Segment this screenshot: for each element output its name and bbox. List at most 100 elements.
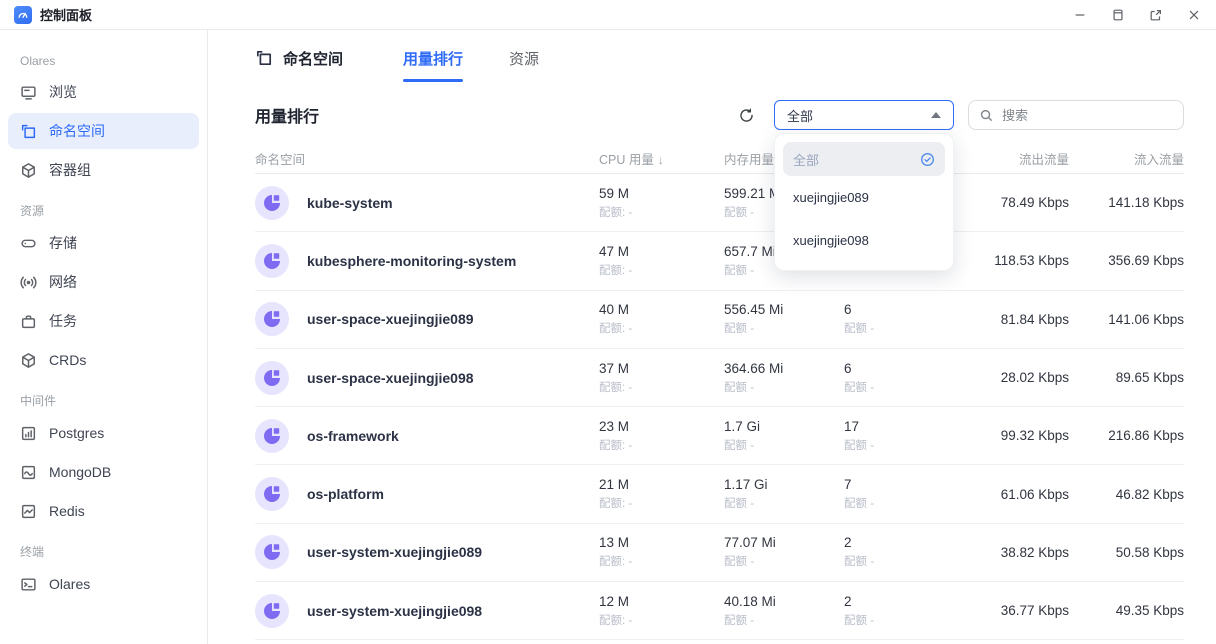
cpu-usage-cell-value: 37 M [599,361,724,376]
pod-count-cell-value: 17 [844,419,939,434]
sidebar-item-pods[interactable]: 容器组 [8,152,199,188]
sidebar-item-crds[interactable]: CRDs [8,342,199,378]
sidebar-item-mongodb[interactable]: MongoDB [8,454,199,490]
column-cpu[interactable]: CPU 用量↓ [599,149,724,168]
table-row[interactable]: kubesphere-monitoring-system47 M配额: -657… [255,232,1184,290]
close-icon[interactable] [1186,7,1202,23]
sidebar-item-jobs[interactable]: 任务 [8,303,199,339]
namespace-icon [255,49,273,67]
minimize-icon[interactable] [1072,7,1088,23]
cpu-usage-cell-value: 12 M [599,594,724,609]
refresh-icon[interactable] [736,105,756,125]
memory-usage-cell-value: 40.18 Mi [724,594,844,609]
browse-icon [20,84,37,101]
table-row[interactable]: user-space-xuejingjie08940 M配额: -556.45 … [255,291,1184,349]
search-input[interactable] [1002,108,1178,123]
sort-desc-icon[interactable]: ↓ [658,153,664,167]
filter-value: 全部 [787,106,813,125]
dropdown-option[interactable]: xuejingjie089 [783,176,945,219]
page-title: 命名空间 [283,48,343,69]
column-traffic-out[interactable]: 流出流量 [939,149,1069,168]
traffic-in-cell: 356.69 Kbps [1069,253,1184,268]
pod-count-cell-value: 2 [844,535,939,550]
table-row[interactable]: user-system-xuejingjie08913 M配额: -77.07 … [255,524,1184,582]
quota-label: 配额 - [724,553,844,569]
filter-select[interactable]: 全部 [774,100,954,130]
sidebar-item-label: 浏览 [49,82,77,102]
table-row[interactable]: kube-system59 M配额: -599.21 Mi配额 -配额 -78.… [255,174,1184,232]
filter-dropdown-panel: 全部xuejingjie089xuejingjie098 [774,133,954,271]
sidebar-item-postgres[interactable]: Postgres [8,415,199,451]
table-body: kube-system59 M配额: -599.21 Mi配额 -配额 -78.… [255,174,1184,640]
tab-resources[interactable]: 资源 [509,48,539,69]
namespace-name: os-platform [307,486,384,502]
sidebar-item-terminal[interactable]: Olares [8,566,199,602]
postgres-icon [20,425,37,442]
sidebar-item-label: 网络 [49,272,77,292]
tabs: 用量排行 资源 [403,48,539,69]
sidebar-item-network[interactable]: 网络 [8,264,199,300]
sidebar-item-label: Postgres [49,425,104,441]
pod-count-cell-value: 2 [844,594,939,609]
namespace-cell: os-framework [255,419,599,453]
chevron-up-icon [931,112,941,118]
redis-icon [20,503,37,520]
column-traffic-in[interactable]: 流入流量 [1069,149,1184,168]
dropdown-option-selected[interactable]: 全部 [783,142,945,176]
pod-count-cell: 6配额 - [844,302,939,336]
table-row[interactable]: os-platform21 M配额: -1.17 Gi配额 -7配额 -61.0… [255,465,1184,523]
traffic-in-cell: 89.65 Kbps [1069,370,1184,385]
network-icon [20,274,37,291]
traffic-out-cell: 118.53 Kbps [939,253,1069,268]
namespace-name: user-space-xuejingjie098 [307,370,474,386]
pie-chart-icon [255,535,289,569]
open-external-icon[interactable] [1148,7,1164,23]
sidebar-item-label: Olares [49,576,90,592]
memory-usage-cell: 40.18 Mi配额 - [724,594,844,628]
namespace-cell: user-system-xuejingjie098 [255,594,599,628]
traffic-out-cell: 61.06 Kbps [939,487,1069,502]
table-row[interactable]: user-space-xuejingjie09837 M配额: -364.66 … [255,349,1184,407]
restore-icon[interactable] [1110,7,1126,23]
table-row[interactable]: user-system-xuejingjie09812 M配额: -40.18 … [255,582,1184,640]
memory-usage-cell: 77.07 Mi配额 - [724,535,844,569]
column-namespace[interactable]: 命名空间 [255,149,599,168]
page-header: 命名空间 用量排行 资源 [255,46,1184,70]
main-content: 命名空间 用量排行 资源 用量排行 全部 全部xuejingjie089xueji… [208,30,1216,644]
cpu-usage-cell-value: 40 M [599,302,724,317]
pie-chart-icon [255,244,289,278]
pod-count-cell-value: 7 [844,477,939,492]
quota-label: 配额 - [844,495,939,511]
sidebar-section-label: Olares [20,54,187,68]
jobs-icon [20,313,37,330]
quota-label: 配额 - [724,495,844,511]
cpu-usage-cell: 23 M配额: - [599,419,724,453]
namespace-name: user-system-xuejingjie098 [307,603,482,619]
toolbar: 用量排行 全部 全部xuejingjie089xuejingjie098 [255,100,1184,130]
table-row[interactable]: os-framework23 M配额: -1.7 Gi配额 -17配额 -99.… [255,407,1184,465]
cpu-usage-cell: 13 M配额: - [599,535,724,569]
cpu-usage-cell-value: 59 M [599,186,724,201]
pie-chart-icon [255,477,289,511]
namespace-name: os-framework [307,428,399,444]
pods-icon [20,162,37,179]
pod-count-cell: 6配额 - [844,361,939,395]
quota-label: 配额 - [724,437,844,453]
sidebar-item-browse[interactable]: 浏览 [8,74,199,110]
sidebar-item-namespace[interactable]: 命名空间 [8,113,199,149]
dropdown-option[interactable]: xuejingjie098 [783,219,945,262]
quota-label: 配额 - [844,553,939,569]
tab-usage-ranking[interactable]: 用量排行 [403,48,463,69]
search-box[interactable] [968,100,1184,130]
terminal-icon [20,576,37,593]
sidebar-item-redis[interactable]: Redis [8,493,199,529]
traffic-in-cell: 50.58 Kbps [1069,545,1184,560]
traffic-in-cell: 49.35 Kbps [1069,603,1184,618]
pod-count-cell: 2 配额 - [844,535,939,569]
sidebar-item-storage[interactable]: 存储 [8,225,199,261]
traffic-out-cell: 38.82 Kbps [939,545,1069,560]
namespace-cell: user-space-xuejingjie098 [255,361,599,395]
pod-count-cell: 7 配额 - [844,477,939,511]
memory-usage-cell-value: 1.7 Gi [724,419,844,434]
sidebar-section-label: 资源 [20,202,187,219]
